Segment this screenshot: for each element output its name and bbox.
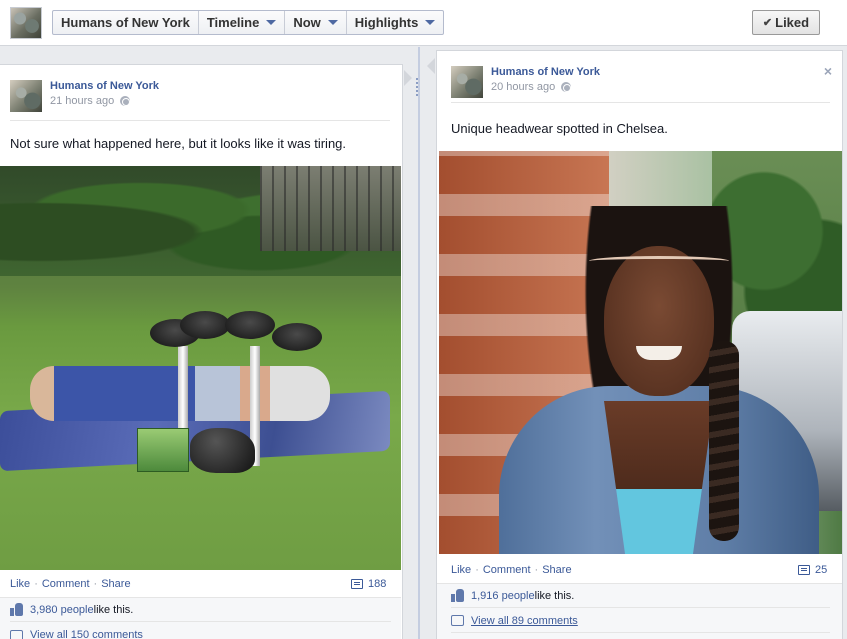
crumb-timeline-label: Timeline — [206, 15, 260, 30]
crumb-page-name-label: Humans of New York — [61, 15, 190, 30]
crumb-now[interactable]: Now — [285, 11, 347, 34]
comment-link[interactable]: Comment — [42, 578, 90, 590]
photo-drum-pad — [225, 311, 275, 339]
divider — [10, 120, 390, 121]
post-author-link[interactable]: Humans of New York — [491, 66, 600, 78]
photo-headpiece — [589, 256, 729, 266]
timeline-post: Humans of New York 20 hours ago × Unique… — [436, 50, 843, 639]
thumbs-up-icon — [10, 603, 23, 616]
share-link[interactable]: Share — [101, 578, 130, 590]
likes-count-link[interactable]: 3,980 people — [30, 604, 94, 616]
post-timestamp: 21 hours ago — [50, 95, 131, 107]
crumb-timeline[interactable]: Timeline — [199, 11, 286, 34]
post-photo[interactable] — [0, 166, 401, 570]
timeline-post: Humans of New York 21 hours ago Not sure… — [0, 64, 403, 639]
comment-link[interactable]: Comment — [483, 564, 531, 576]
post-actions: Like · Comment · Share — [451, 559, 572, 581]
close-icon[interactable]: × — [824, 63, 832, 79]
separator: · — [475, 564, 479, 576]
post-timestamp-label[interactable]: 21 hours ago — [50, 95, 114, 107]
photo-braid — [709, 341, 739, 541]
photo-black-bag — [190, 428, 255, 473]
timeline-nav-breadcrumb: Humans of New York Timeline Now Highligh… — [52, 10, 445, 35]
thumbs-up-icon — [451, 589, 464, 602]
globe-icon — [120, 96, 131, 106]
crumb-page-name[interactable]: Humans of New York — [53, 11, 199, 34]
likes-row: 3,980 people like this. — [10, 598, 391, 622]
share-link[interactable]: Share — [542, 564, 571, 576]
post-header: Humans of New York 20 hours ago — [451, 66, 831, 106]
comment-count-value: 188 — [368, 578, 387, 590]
crumb-highlights-label: Highlights — [354, 15, 419, 30]
like-link[interactable]: Like — [451, 564, 471, 576]
photo-game-box — [137, 428, 189, 472]
page-profile-thumbnail[interactable] — [10, 7, 42, 39]
post-message: Not sure what happened here, but it look… — [10, 136, 347, 151]
post-feedback: 1,916 people like this. View all 89 comm… — [437, 583, 842, 639]
post-header: Humans of New York 21 hours ago — [10, 80, 390, 120]
timeline-spine — [418, 47, 420, 639]
spine-connector-right — [427, 58, 435, 74]
view-comments-row: View all 150 comments — [10, 623, 391, 639]
comment-count-icon — [351, 579, 363, 589]
post-actions: Like · Comment · Share — [10, 573, 131, 595]
liked-button[interactable]: ✔ Liked — [752, 10, 820, 35]
comment-count[interactable]: 188 — [351, 578, 386, 590]
divider — [451, 102, 830, 103]
post-photo[interactable] — [439, 151, 842, 554]
post-timestamp-label[interactable]: 20 hours ago — [491, 81, 555, 93]
comments-icon — [10, 629, 23, 639]
comment-count-icon — [798, 565, 810, 575]
photo-drum-pad — [180, 311, 230, 339]
separator: · — [534, 564, 539, 576]
photo-smile — [636, 346, 682, 360]
view-all-comments-link[interactable]: View all 150 comments — [30, 629, 143, 639]
globe-icon — [561, 82, 572, 92]
chevron-down-icon — [425, 20, 436, 25]
likes-row: 1,916 people like this. — [451, 584, 830, 608]
likes-suffix: like this. — [534, 589, 575, 602]
like-link[interactable]: Like — [10, 578, 30, 590]
photo-face — [604, 246, 714, 396]
likes-count-link[interactable]: 1,916 people — [471, 590, 535, 602]
check-icon: ✔ — [762, 17, 773, 29]
crumb-highlights[interactable]: Highlights — [347, 11, 444, 34]
comment-count-value: 25 — [815, 564, 828, 576]
photo-fence — [260, 166, 401, 251]
chevron-down-icon — [327, 20, 338, 25]
spine-marker — [416, 78, 422, 96]
post-author-link[interactable]: Humans of New York — [50, 80, 159, 92]
view-all-comments-link[interactable]: View all 89 comments — [471, 615, 578, 627]
likes-suffix: like this. — [93, 603, 134, 616]
view-comments-row: View all 89 comments — [451, 609, 830, 633]
comment-count[interactable]: 25 — [798, 564, 827, 576]
avatar[interactable] — [451, 66, 483, 98]
comments-icon — [451, 615, 464, 626]
timeline-top-bar: Humans of New York Timeline Now Highligh… — [0, 0, 847, 46]
separator: · — [34, 578, 38, 590]
crumb-now-label: Now — [293, 15, 321, 30]
liked-button-label: Liked — [775, 15, 810, 30]
post-timestamp: 20 hours ago — [491, 81, 572, 93]
post-feedback: 3,980 people like this. View all 150 com… — [0, 597, 401, 639]
photo-drum-kit — [150, 311, 325, 351]
separator: · — [93, 578, 98, 590]
spine-connector-left — [404, 70, 412, 86]
photo-drum-pad — [272, 323, 322, 351]
post-message: Unique headwear spotted in Chelsea. — [451, 121, 668, 136]
avatar[interactable] — [10, 80, 42, 112]
chevron-down-icon — [266, 20, 277, 25]
